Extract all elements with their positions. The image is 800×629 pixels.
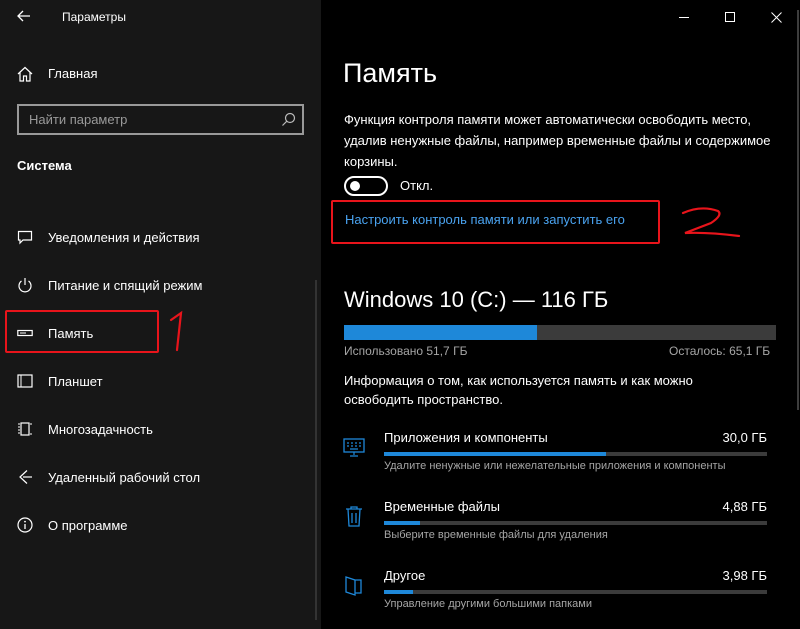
category-name: Приложения и компоненты <box>384 430 548 445</box>
drive-usage-fill <box>344 325 537 340</box>
sidebar-scrollbar[interactable] <box>315 280 317 620</box>
search-icon <box>282 112 296 126</box>
sidebar-item-label: Многозадачность <box>48 422 153 437</box>
maximize-button[interactable] <box>717 4 743 30</box>
trash-icon <box>346 506 362 527</box>
sidebar-item-label: Планшет <box>48 374 103 389</box>
category-size: 3,98 ГБ <box>722 568 767 583</box>
category-bar-fill <box>384 521 421 525</box>
search-input[interactable] <box>19 106 274 133</box>
tablet-icon <box>17 374 33 388</box>
maximize-icon <box>725 12 735 22</box>
info-icon <box>17 517 33 533</box>
sidebar-item-label: Питание и спящий режим <box>48 278 203 293</box>
sidebar-item-remote-desktop[interactable]: Удаленный рабочий стол <box>0 455 321 499</box>
drive-free-label: Осталось: 65,1 ГБ <box>669 344 771 358</box>
toggle-label: Откл. <box>400 178 434 193</box>
category-description: Управление другими большими папками <box>384 598 593 610</box>
category-temp-files[interactable]: Временные файлы 4,88 ГБ Выберите временн… <box>321 499 800 559</box>
category-size: 4,88 ГБ <box>722 499 767 514</box>
annotation-mark-1 <box>169 310 183 352</box>
sidebar: Параметры Главная Система Уведомления и … <box>0 0 321 629</box>
window-title: Параметры <box>62 10 126 24</box>
back-button[interactable] <box>10 2 38 30</box>
notification-icon <box>17 230 33 245</box>
category-description: Выберите временные файлы для удаления <box>384 529 608 541</box>
main-scrollbar[interactable] <box>797 10 799 410</box>
close-button[interactable] <box>763 4 789 30</box>
annotation-box-1 <box>5 310 159 353</box>
arrow-left-icon <box>17 10 30 22</box>
page-title: Память <box>343 58 438 88</box>
configure-storage-sense-link[interactable]: Настроить контроль памяти или запустить … <box>345 212 625 227</box>
sidebar-item-power[interactable]: Питание и спящий режим <box>0 263 321 307</box>
drive-usage-bar <box>344 325 776 340</box>
sidebar-item-notifications[interactable]: Уведомления и действия <box>0 215 321 259</box>
usage-info-text: Информация о том, как используется памят… <box>344 373 693 407</box>
main-content: Память Функция контроля памяти может авт… <box>321 0 800 629</box>
power-icon <box>18 278 32 293</box>
folder-icon <box>345 576 362 596</box>
category-description: Удалите ненужные или нежелательные прило… <box>384 460 726 472</box>
sidebar-item-about[interactable]: О программе <box>0 503 321 547</box>
search-box[interactable] <box>17 104 304 135</box>
category-bar-fill <box>384 452 607 456</box>
drive-title: Windows 10 (C:) — 116 ГБ <box>344 287 609 312</box>
sidebar-item-label: Удаленный рабочий стол <box>48 470 201 485</box>
sidebar-item-tablet[interactable]: Планшет <box>0 359 321 403</box>
annotation-mark-2 <box>681 207 741 237</box>
category-bar-fill <box>384 590 414 594</box>
apps-icon <box>343 438 365 457</box>
minimize-icon <box>679 17 689 18</box>
category-name: Временные файлы <box>384 499 500 514</box>
category-other[interactable]: Другое 3,98 ГБ Управление другими больши… <box>321 568 800 628</box>
category-size: 30,0 ГБ <box>722 430 767 445</box>
toggle-knob <box>350 181 360 191</box>
remote-desktop-icon <box>19 470 32 484</box>
sidebar-item-label: О программе <box>48 518 128 533</box>
multitasking-icon <box>18 422 32 436</box>
sidebar-item-home[interactable]: Главная <box>0 58 321 90</box>
home-icon <box>17 66 33 82</box>
category-bar <box>384 590 767 594</box>
storage-sense-toggle[interactable] <box>344 176 388 196</box>
category-bar <box>384 521 767 525</box>
drive-used-label: Использовано 51,7 ГБ <box>344 344 468 358</box>
section-title: Система <box>17 158 72 173</box>
storage-sense-description: Функция контроля памяти может автоматиче… <box>344 112 771 169</box>
category-apps[interactable]: Приложения и компоненты 30,0 ГБ Удалите … <box>321 430 800 490</box>
sidebar-item-label: Уведомления и действия <box>48 230 200 245</box>
category-bar <box>384 452 767 456</box>
category-name: Другое <box>384 568 426 583</box>
minimize-button[interactable] <box>671 4 697 30</box>
sidebar-item-multitasking[interactable]: Многозадачность <box>0 407 321 451</box>
sidebar-item-label: Главная <box>48 66 98 81</box>
close-icon <box>770 11 782 23</box>
